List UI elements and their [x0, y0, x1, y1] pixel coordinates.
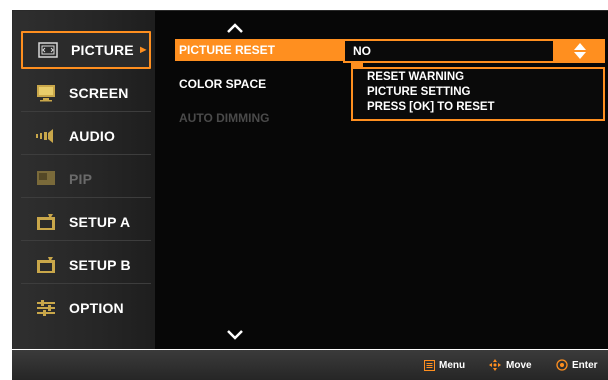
scroll-up-icon[interactable] [225, 22, 245, 34]
up-down-arrow-icon [574, 43, 586, 59]
sidebar-item-picture[interactable]: PICTURE ► [21, 31, 151, 69]
hint-move: Move [488, 350, 532, 380]
setup-icon [35, 213, 57, 231]
menu-item-color-space[interactable]: COLOR SPACE [175, 73, 343, 95]
option-icon [35, 299, 57, 317]
sidebar-item-setup-b[interactable]: SETUP B [21, 246, 151, 284]
sidebar-item-label: SETUP B [69, 256, 131, 273]
sidebar-item-screen[interactable]: SCREEN [21, 74, 151, 112]
pip-icon [35, 170, 57, 188]
audio-icon [35, 127, 57, 145]
sidebar-item-label: PIP [69, 170, 93, 187]
warning-instruction: PRESS [OK] TO RESET [367, 101, 495, 113]
warning-title: RESET WARNING [367, 71, 465, 83]
osd-window: PICTURE ► SCREEN AUDIO PIP SETUP A SETUP… [12, 10, 608, 349]
menu-item-auto-dimming: AUTO DIMMING [179, 111, 270, 125]
sidebar-item-audio[interactable]: AUDIO [21, 117, 151, 155]
sidebar-item-setup-a[interactable]: SETUP A [21, 203, 151, 241]
hint-enter: Enter [556, 350, 598, 380]
move-icon [488, 358, 502, 372]
main-panel: PICTURE RESET COLOR SPACE AUTO DIMMING N… [155, 11, 608, 349]
menu-item-picture-reset[interactable]: PICTURE RESET [175, 39, 343, 61]
hint-menu: Menu [424, 350, 465, 380]
menu-icon [424, 359, 435, 371]
screen-icon [35, 84, 57, 102]
hint-label: Menu [439, 359, 466, 371]
sidebar-divider [21, 17, 151, 32]
picture-icon [37, 41, 59, 59]
sidebar: PICTURE ► SCREEN AUDIO PIP SETUP A SETUP… [13, 11, 155, 349]
sidebar-item-label: AUDIO [69, 127, 116, 144]
warning-text: PICTURE SETTING [367, 86, 471, 98]
reset-warning-popup: RESET WARNING PICTURE SETTING PRESS [OK]… [351, 67, 605, 121]
value-spinner[interactable] [555, 39, 605, 63]
sidebar-item-label: PICTURE [71, 42, 134, 58]
footer-bar: Menu Move Enter [12, 350, 608, 380]
sidebar-item-label: SETUP A [69, 213, 131, 230]
picture-reset-value[interactable]: NO [343, 39, 555, 63]
sidebar-item-option[interactable]: OPTION [21, 289, 151, 327]
sidebar-item-label: OPTION [69, 300, 124, 316]
active-arrow-icon: ► [137, 44, 149, 56]
hint-label: Move [506, 359, 532, 371]
sidebar-item-label: SCREEN [69, 84, 129, 101]
scroll-down-icon[interactable] [225, 329, 245, 341]
enter-icon [556, 359, 568, 371]
hint-label: Enter [572, 359, 598, 371]
setup-icon [35, 256, 57, 274]
sidebar-item-pip[interactable]: PIP [21, 160, 151, 198]
